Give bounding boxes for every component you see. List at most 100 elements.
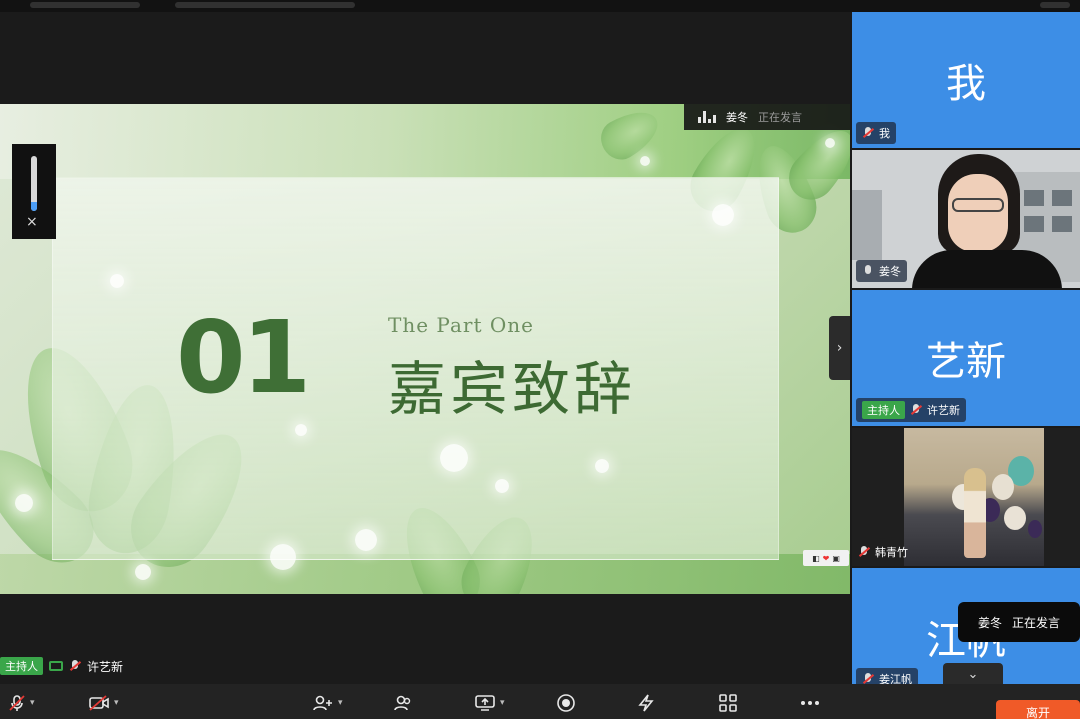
balloon-shape bbox=[1028, 520, 1042, 538]
bokeh-dot bbox=[495, 479, 509, 493]
grid-icon bbox=[719, 694, 737, 712]
building-window bbox=[1024, 190, 1044, 206]
lightning-icon bbox=[638, 694, 654, 712]
video-button[interactable]: ▾ bbox=[88, 692, 119, 714]
bokeh-dot bbox=[640, 156, 650, 166]
host-badge: 主持人 bbox=[0, 657, 43, 675]
participant-face bbox=[948, 174, 1008, 252]
participant-label: 姜江帆 bbox=[856, 668, 918, 684]
mic-icon bbox=[862, 265, 874, 277]
bokeh-dot bbox=[712, 204, 734, 226]
speaking-toast: 姜冬 正在发言 bbox=[958, 602, 1080, 642]
expand-gallery-button[interactable]: › bbox=[829, 316, 850, 380]
balloon-shape bbox=[1004, 506, 1026, 530]
bokeh-dot bbox=[270, 544, 296, 570]
participant-avatar-text: 艺新 bbox=[926, 339, 1006, 385]
bokeh-dot bbox=[355, 529, 377, 551]
record-icon bbox=[557, 694, 575, 712]
share-screen-button[interactable]: ▾ bbox=[474, 692, 505, 714]
slide-title: 嘉宾致辞 bbox=[388, 355, 637, 423]
chevron-down-icon: ⌄ bbox=[967, 666, 979, 682]
participant-label: 姜冬 bbox=[856, 260, 907, 282]
host-badge: 主持人 bbox=[862, 401, 905, 419]
background-building bbox=[852, 190, 882, 260]
mic-muted-icon bbox=[69, 660, 81, 672]
mic-muted-icon bbox=[862, 127, 874, 139]
active-speaker-indicator: 姜冬 正在发言 bbox=[684, 104, 850, 130]
window-controls-blur bbox=[1040, 2, 1070, 8]
audio-level-icon bbox=[698, 111, 716, 123]
bokeh-dot bbox=[440, 444, 468, 472]
toast-speaker-status: 正在发言 bbox=[1012, 615, 1061, 630]
participant-tile[interactable]: 我 我 bbox=[852, 12, 1080, 148]
participant-label: 主持人 许艺新 bbox=[856, 398, 966, 422]
mic-muted-icon bbox=[862, 673, 874, 684]
reactions-widget[interactable]: ◧ ❤ ▣ bbox=[803, 550, 849, 566]
reaction-icon: ◧ bbox=[812, 553, 820, 563]
mic-muted-icon bbox=[858, 546, 870, 558]
participant-glasses bbox=[952, 198, 1004, 212]
participant-shirt bbox=[912, 250, 1062, 288]
presenter-name: 许艺新 bbox=[87, 659, 124, 674]
meeting-toolbar: ▾ ▾ ▾ ▾ bbox=[0, 684, 1080, 719]
mute-button[interactable]: ▾ bbox=[8, 692, 35, 714]
add-user-icon bbox=[313, 695, 332, 711]
photo-subject bbox=[964, 468, 986, 558]
balloon-shape bbox=[992, 474, 1014, 500]
participant-video-tile[interactable]: 姜冬 bbox=[852, 150, 1080, 288]
reaction-more-icon: ▣ bbox=[832, 553, 840, 563]
chevron-down-icon[interactable]: ▾ bbox=[114, 698, 119, 708]
participant-avatar-text: 我 bbox=[946, 61, 986, 107]
building-window bbox=[1052, 190, 1072, 206]
collapse-gallery-button[interactable]: ⌄ bbox=[943, 663, 1003, 685]
bokeh-dot bbox=[15, 494, 33, 512]
active-speaker-name: 姜冬 bbox=[726, 111, 748, 124]
participant-name: 许艺新 bbox=[927, 404, 960, 417]
window-title-blur bbox=[30, 2, 140, 8]
bokeh-dot bbox=[595, 459, 609, 473]
mic-muted-icon bbox=[9, 695, 25, 711]
participant-name: 韩青竹 bbox=[875, 546, 908, 559]
slide-subtitle: The Part One bbox=[388, 313, 534, 337]
apps-button[interactable] bbox=[636, 692, 658, 714]
participants-icon bbox=[394, 695, 411, 711]
share-screen-icon bbox=[475, 695, 495, 711]
active-speaker-status: 正在发言 bbox=[758, 111, 802, 124]
stage-presenter-label: 主持人 许艺新 bbox=[0, 657, 123, 675]
toast-speaker-name: 姜冬 bbox=[977, 615, 1002, 630]
building-window bbox=[1024, 216, 1044, 232]
bokeh-dot bbox=[110, 274, 124, 288]
bokeh-dot bbox=[825, 138, 835, 148]
layout-button[interactable] bbox=[718, 692, 738, 714]
leave-meeting-button[interactable]: 离开 bbox=[996, 700, 1080, 719]
more-dots-icon bbox=[801, 701, 819, 705]
participant-gallery: 我 我 姜冬 艺新 主持人 许艺新 韩青竹 姜江帆 bbox=[852, 12, 1080, 684]
participant-name: 我 bbox=[879, 127, 890, 140]
invite-button[interactable]: ▾ bbox=[312, 692, 343, 714]
slide-section-number: 01 bbox=[176, 299, 311, 416]
chevron-down-icon[interactable]: ▾ bbox=[338, 698, 343, 708]
window-top-bar bbox=[0, 0, 1080, 12]
participant-video-tile[interactable]: 韩青竹 bbox=[852, 428, 1080, 566]
building-window bbox=[1052, 216, 1072, 232]
reaction-heart-icon: ❤ bbox=[822, 553, 830, 563]
mic-muted-icon bbox=[910, 404, 922, 416]
chevron-down-icon[interactable]: ▾ bbox=[30, 698, 35, 708]
chevron-down-icon[interactable]: ▾ bbox=[500, 698, 505, 708]
window-subtitle-blur bbox=[175, 2, 355, 8]
more-button[interactable] bbox=[798, 692, 822, 714]
participant-name: 姜江帆 bbox=[879, 673, 912, 684]
bokeh-dot bbox=[135, 564, 151, 580]
chevron-right-icon: › bbox=[836, 340, 843, 356]
participant-tile[interactable]: 艺新 主持人 许艺新 bbox=[852, 290, 1080, 426]
screen-share-icon bbox=[49, 661, 63, 671]
participant-name: 姜冬 bbox=[879, 265, 901, 278]
volume-slider[interactable]: × bbox=[12, 144, 56, 239]
presentation-slide: 01 The Part One 嘉宾致辞 bbox=[0, 104, 850, 594]
bokeh-dot bbox=[295, 424, 307, 436]
participant-label: 我 bbox=[856, 122, 896, 144]
record-button[interactable] bbox=[556, 692, 576, 714]
participants-button[interactable] bbox=[392, 692, 414, 714]
close-icon[interactable]: × bbox=[26, 214, 38, 230]
camera-off-icon bbox=[89, 695, 109, 711]
